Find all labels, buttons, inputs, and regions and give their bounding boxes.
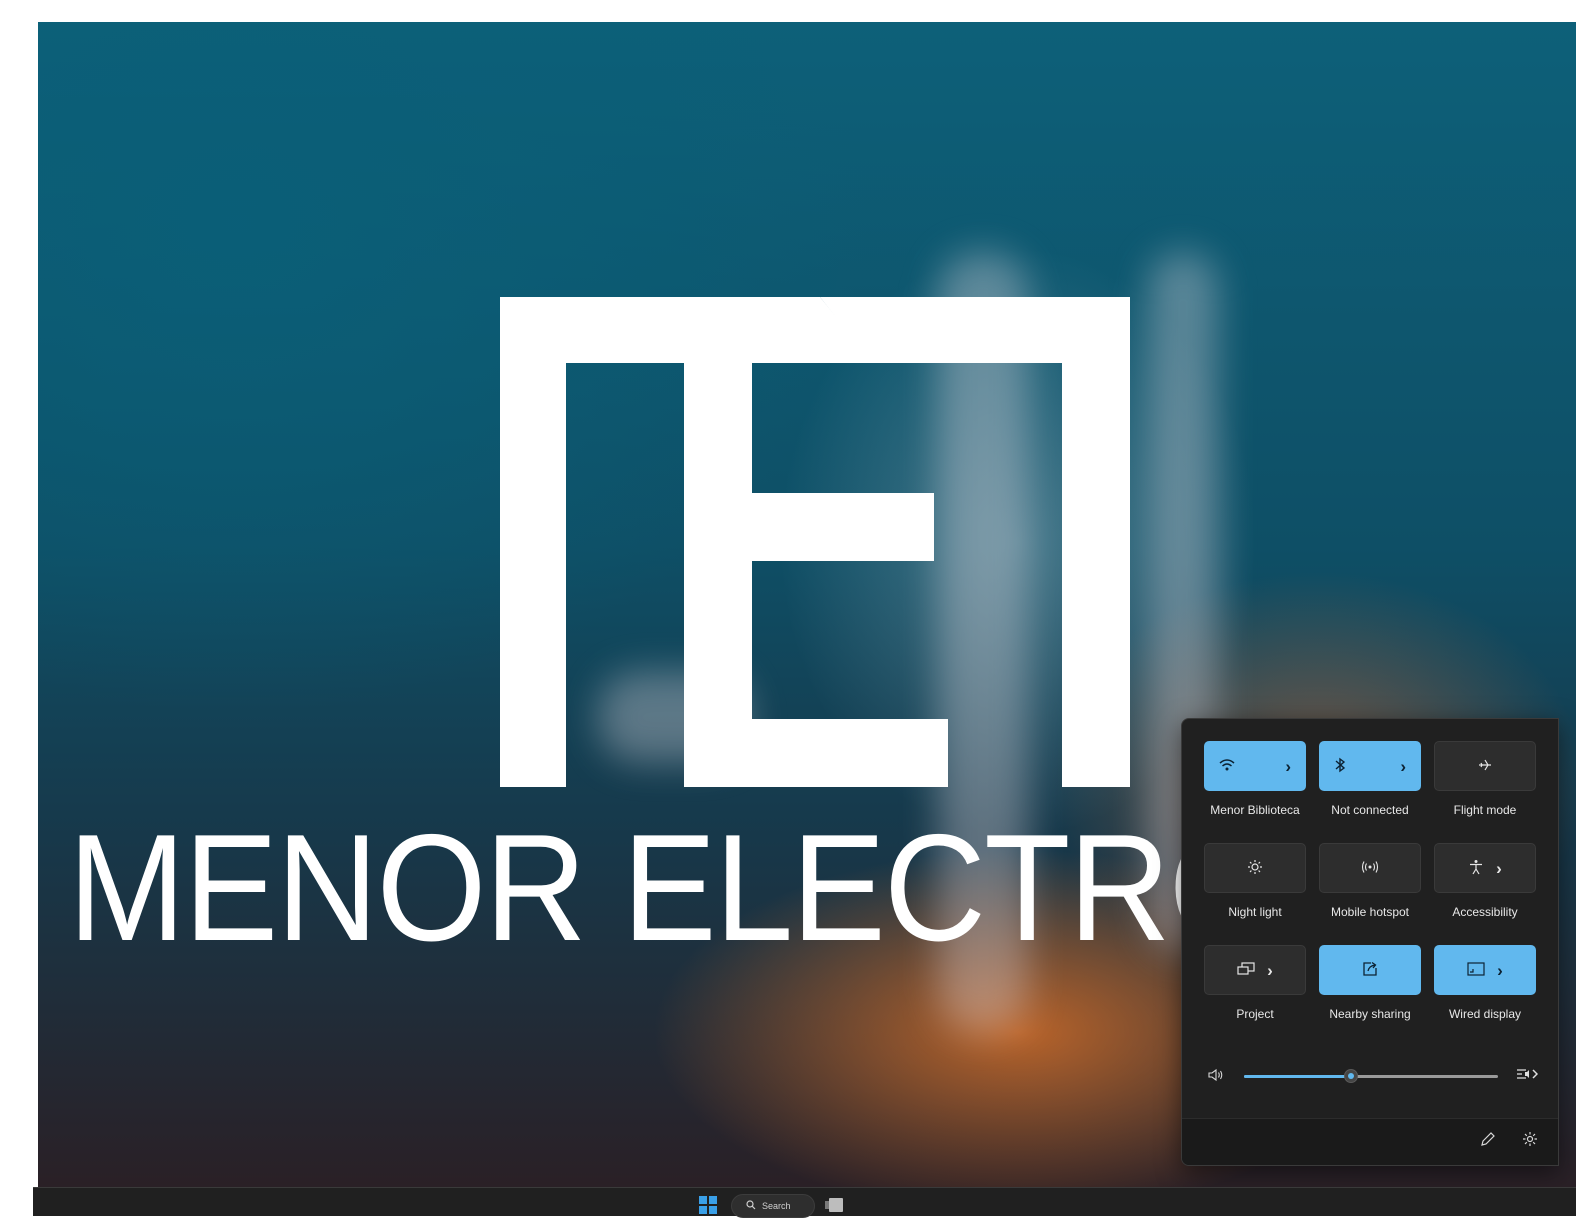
audio-output-icon[interactable]	[1516, 1066, 1539, 1085]
quick-settings-footer	[1182, 1118, 1558, 1165]
volume-slider[interactable]	[1244, 1069, 1498, 1083]
bluetooth-icon	[1334, 757, 1346, 776]
volume-slider-thumb[interactable]	[1343, 1069, 1358, 1083]
windows-logo-icon[interactable]	[699, 1196, 719, 1216]
screen: MENOR ELECTRO › Menor Biblioteca › Not c…	[0, 0, 1576, 1218]
tile-label: Accessibility	[1452, 905, 1518, 919]
tile-label: Not connected	[1331, 803, 1409, 817]
tile-nearby-sharing[interactable]	[1319, 945, 1421, 995]
task-view-icon[interactable]	[825, 1198, 843, 1212]
chevron-right-icon[interactable]: ›	[1497, 962, 1503, 979]
gear-icon[interactable]	[1522, 1131, 1538, 1151]
tile-label: Wired display	[1448, 1007, 1522, 1021]
tile-label: Nearby sharing	[1329, 1007, 1411, 1021]
chevron-right-icon[interactable]: ›	[1285, 758, 1291, 775]
quick-settings-panel: › Menor Biblioteca › Not connected Fligh…	[1181, 718, 1559, 1166]
tile-wired-display[interactable]: ›	[1434, 945, 1536, 995]
wallpaper-brand-text: MENOR ELECTRO	[68, 803, 1279, 973]
chevron-right-icon[interactable]: ›	[1496, 860, 1502, 877]
hotspot-icon	[1361, 860, 1379, 877]
company-logo	[500, 297, 1130, 787]
tile-flight-mode[interactable]	[1434, 741, 1536, 791]
share-icon	[1362, 961, 1378, 980]
project-icon	[1237, 961, 1255, 979]
tile-label: Project	[1236, 1007, 1274, 1021]
wifi-icon	[1219, 758, 1235, 775]
chevron-right-icon[interactable]: ›	[1400, 758, 1406, 775]
taskbar-search[interactable]: Search	[731, 1194, 815, 1218]
cast-icon	[1467, 961, 1485, 979]
tile-night-light[interactable]	[1204, 843, 1306, 893]
search-label: Search	[762, 1201, 791, 1211]
tile-mobile-hotspot[interactable]	[1319, 843, 1421, 893]
pencil-icon[interactable]	[1480, 1131, 1496, 1151]
accessibility-icon	[1468, 859, 1484, 878]
tile-bluetooth[interactable]: ›	[1319, 741, 1421, 791]
tile-label: Night light	[1228, 905, 1282, 919]
tile-label: Menor Biblioteca	[1210, 803, 1300, 817]
airplane-icon	[1477, 757, 1493, 776]
volume-slider-fill	[1244, 1075, 1351, 1078]
tile-label: Mobile hotspot	[1330, 905, 1410, 919]
tile-project[interactable]: ›	[1204, 945, 1306, 995]
speaker-icon[interactable]	[1208, 1068, 1224, 1085]
search-icon	[746, 1200, 756, 1212]
volume-row	[1204, 1064, 1539, 1088]
tile-wifi[interactable]: ›	[1204, 741, 1306, 791]
brightness-icon	[1247, 859, 1263, 878]
tile-accessibility[interactable]: ›	[1434, 843, 1536, 893]
taskbar: Search	[33, 1187, 1576, 1218]
chevron-right-icon[interactable]: ›	[1267, 962, 1273, 979]
tile-label: Flight mode	[1453, 803, 1517, 817]
